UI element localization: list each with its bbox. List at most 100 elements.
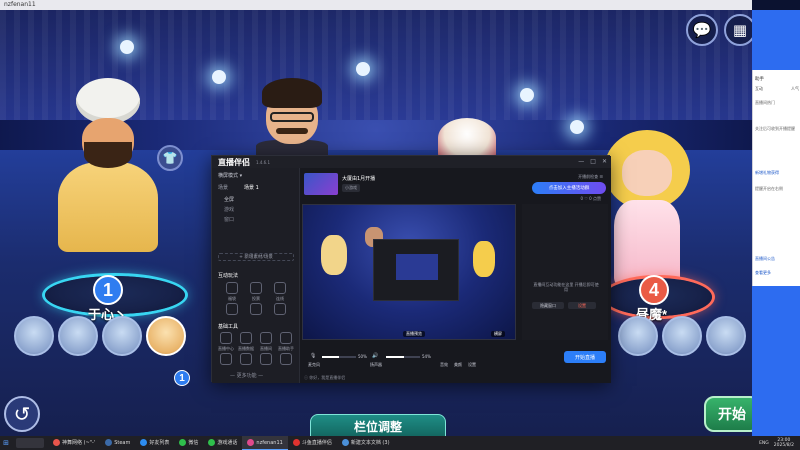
undo-arrow-icon[interactable]: ↺ — [4, 396, 40, 432]
side-panel-tab[interactable] — [752, 10, 800, 70]
app-version: 1.4.6.1 — [256, 159, 270, 165]
assistant-line: 直播间热门 — [755, 100, 775, 105]
taskbar-app-button[interactable]: 游戏通话 — [203, 436, 242, 450]
sound-icon[interactable] — [240, 353, 252, 365]
taskbar-app-button[interactable]: 斗鱼直播伴侣 — [288, 436, 337, 450]
source-item[interactable]: 游戏 — [224, 206, 234, 213]
minimize-icon[interactable]: — — [578, 158, 584, 165]
speaker-icon[interactable]: 🔊 — [372, 353, 378, 359]
room-cover-thumbnail[interactable] — [304, 173, 338, 195]
speaker-volume-slider[interactable] — [386, 356, 420, 358]
join-group-banner[interactable]: 点击加入主播活动群 — [532, 182, 606, 194]
live-center-icon[interactable] — [220, 332, 232, 344]
source-item[interactable]: 全屏 — [224, 196, 234, 203]
stadium-light — [520, 88, 534, 102]
window-controls: — □ ✕ — [578, 158, 607, 165]
taskbar-app-button[interactable]: 神舞网络 (~"-' — [48, 436, 100, 450]
shirt-icon[interactable]: 👕 — [157, 145, 183, 171]
taskbar-app-button[interactable]: Steam — [100, 436, 135, 450]
source-item[interactable]: 窗口 — [224, 216, 234, 223]
start-live-button[interactable]: 开始直播 — [564, 351, 606, 363]
mic-volume-value: 50% — [358, 354, 367, 359]
filter-icon[interactable] — [260, 353, 272, 365]
room-stats: 0 ♡ 0 点赞 — [580, 196, 602, 201]
live-room-icon[interactable] — [260, 332, 272, 344]
microphone-icon[interactable]: 🎙 — [310, 353, 316, 359]
character-dress — [614, 200, 680, 286]
mode-select[interactable]: 横屏模式 ▾ — [218, 172, 242, 179]
grid-label: 投票 — [252, 296, 260, 301]
room-title[interactable]: 大厦由1月开播 — [342, 175, 375, 182]
slot-adjust-label: 栏位调整 — [353, 419, 402, 434]
gift-icon[interactable] — [250, 303, 262, 315]
live-preview[interactable]: 直播预览 横屏 — [302, 204, 516, 340]
assistant-header: 助手 — [755, 77, 764, 82]
sound-effect-button[interactable]: 音效 — [440, 362, 448, 368]
character-portrait[interactable] — [102, 316, 142, 356]
taskbar-app-button[interactable]: 好友列表 — [135, 436, 174, 450]
taskbar-search-box[interactable] — [16, 438, 44, 448]
preview-character — [321, 235, 347, 275]
settings-button[interactable]: 设置 — [568, 302, 596, 309]
character-portrait[interactable] — [14, 316, 54, 356]
add-scene-button[interactable]: + 新增素材/场景 — [218, 253, 294, 261]
character-portrait[interactable] — [662, 316, 702, 356]
vote-icon[interactable] — [250, 282, 262, 294]
assistant-line[interactable]: 查看更多 — [755, 270, 799, 275]
close-icon[interactable]: ✕ — [602, 158, 607, 165]
orientation-label[interactable]: 横屏 — [491, 331, 505, 337]
taskbar-app-button[interactable]: 微信 — [174, 436, 203, 450]
clock[interactable]: 23:00 2025/8/2 — [774, 438, 794, 448]
character-portrait-selected[interactable] — [146, 316, 186, 356]
preview-nested-window — [373, 239, 459, 301]
character-portrait[interactable] — [706, 316, 746, 356]
character-portrait[interactable] — [618, 316, 658, 356]
grid-label: 直播助手 — [278, 346, 294, 351]
player-3-character[interactable] — [438, 118, 496, 158]
live-data-icon[interactable] — [240, 332, 252, 344]
slot-adjust-button[interactable]: 栏位调整 — [310, 414, 446, 438]
taskbar-app-button[interactable]: nzfenan11 — [242, 436, 288, 450]
player-1-character[interactable] — [58, 78, 158, 252]
scene-tab[interactable]: 场景 — [218, 184, 228, 191]
link-mic-icon[interactable] — [274, 282, 286, 294]
header-actions[interactable]: 开播前检查 ☰ — [578, 174, 603, 180]
preview-label: 直播预览 — [403, 331, 425, 337]
theme-icon[interactable] — [226, 303, 238, 315]
assistant-line[interactable]: 直播间公告 — [755, 256, 799, 261]
stadium-light — [356, 62, 370, 76]
speaker-label: 扬声器 — [370, 362, 382, 367]
character-portrait[interactable] — [58, 316, 98, 356]
room-category-tag[interactable]: 小游戏 — [342, 184, 360, 192]
settings-gear-button[interactable]: 设置 — [468, 362, 476, 368]
taskbar-app-button[interactable]: 新建文本文档 (3) — [337, 436, 395, 450]
player-2-character[interactable] — [256, 78, 328, 160]
grid-label: 福袋 — [228, 296, 236, 301]
windows-start-icon[interactable]: ⊞ — [0, 436, 12, 450]
maximize-icon[interactable]: □ — [590, 158, 596, 165]
subtitle-icon[interactable] — [280, 353, 292, 365]
assistant-side-panel: 助手 互动 人气 直播间热门 关注后可收到开播提醒 新增礼物获得 提醒开启在右侧… — [752, 70, 800, 286]
stadium-light — [212, 70, 226, 84]
assistant-line: 关注后可收到开播提醒 — [755, 126, 795, 131]
more-features-link[interactable]: — 更多功能 — — [230, 372, 263, 379]
taskbar-apps: 神舞网络 (~"-' Steam 好友列表 微信 游戏通话 nzfenan11 斗鱼直播伴侣… — [48, 436, 395, 450]
lucky-bag-icon[interactable] — [226, 282, 238, 294]
assistant-tab[interactable]: 人气 — [791, 86, 799, 92]
character-glasses — [270, 112, 314, 122]
hide-window-button[interactable]: 隐藏窗口 — [532, 302, 564, 309]
interaction-hint: 直播间互动功能在这里 开播后即可使用 — [533, 282, 599, 292]
assistant-line[interactable]: 新增礼物获得 — [755, 170, 799, 175]
start-live-label: 开始直播 — [574, 354, 595, 361]
beauty-icon[interactable] — [220, 353, 232, 365]
chat-heart-icon[interactable]: 💬 — [686, 14, 718, 46]
live-assistant-icon[interactable] — [280, 332, 292, 344]
player-4-character[interactable] — [604, 130, 690, 286]
input-language[interactable]: ENG — [759, 441, 769, 446]
scene-tab-active[interactable]: 场景 1 — [244, 184, 259, 191]
beauty-button[interactable]: 美颜 — [454, 362, 462, 368]
mic-volume-slider[interactable] — [322, 356, 356, 358]
assistant-tab[interactable]: 互动 — [755, 86, 763, 92]
red-packet-icon[interactable] — [274, 303, 286, 315]
app-title: 直播伴侣 — [218, 157, 250, 167]
